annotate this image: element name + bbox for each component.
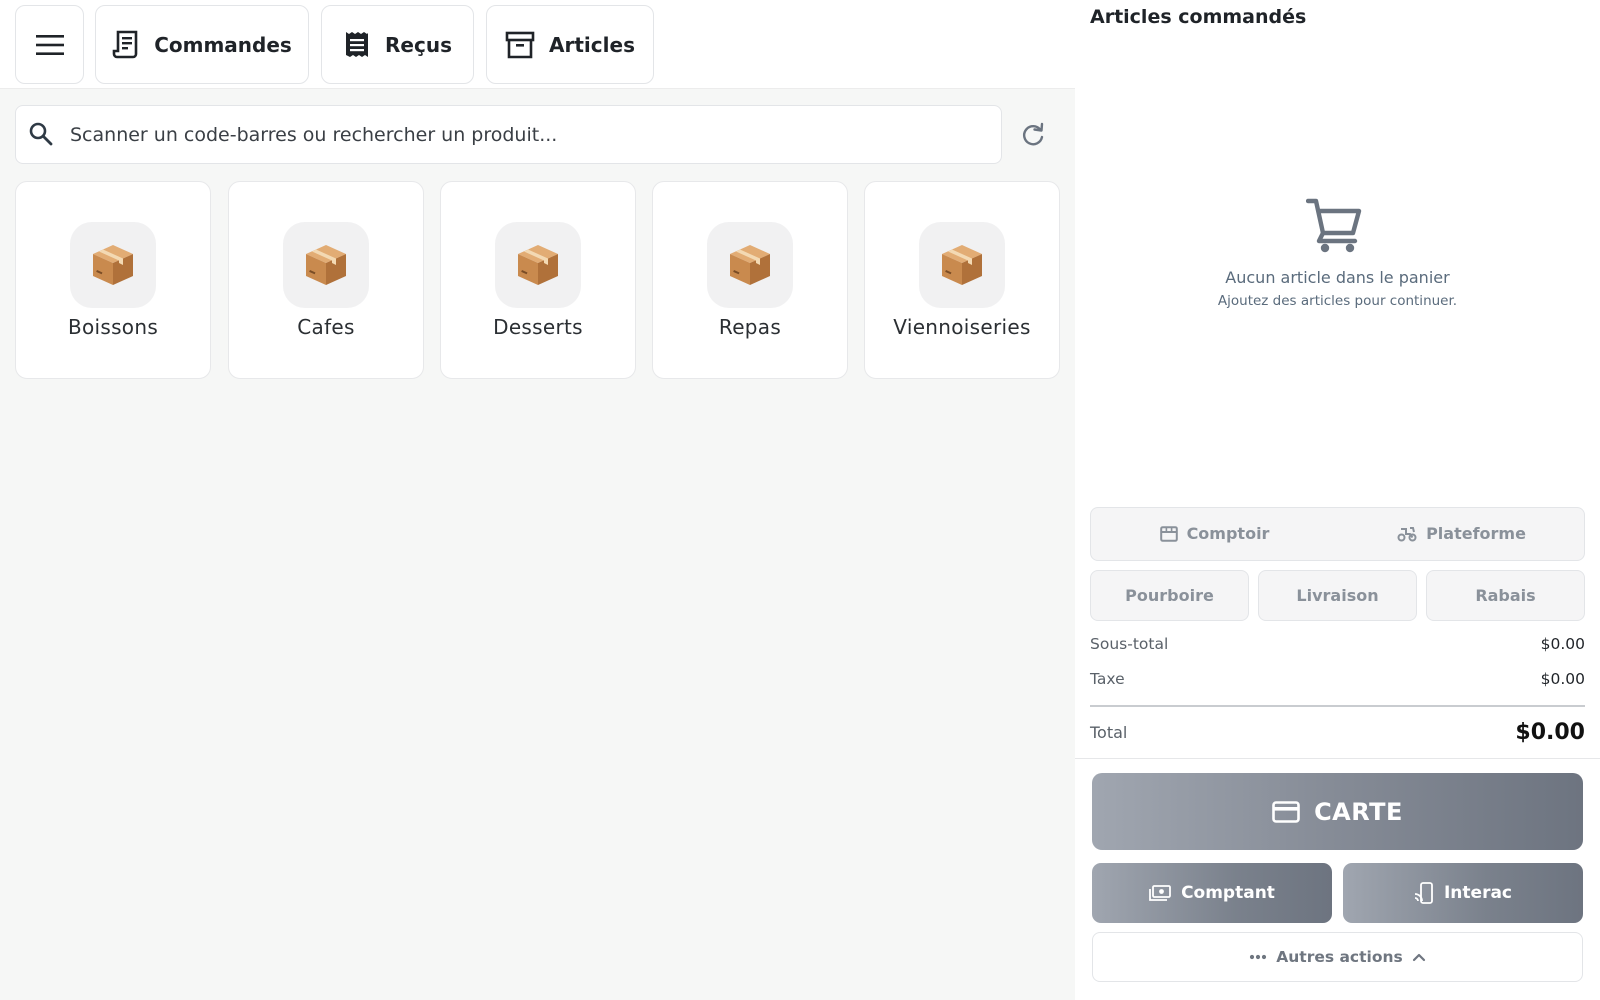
empty-cart-subtitle: Ajoutez des articles pour continuer. [1217,293,1458,309]
plateforme-label: Plateforme [1426,524,1526,543]
credit-card-icon [1272,800,1300,823]
tax-value: $0.00 [1540,670,1585,688]
top-toolbar: Commandes Reçus Articles [0,0,1075,89]
category-label: Viennoiseries [893,315,1031,339]
rabais-label: Rabais [1475,586,1536,605]
articles-label: Articles [549,32,635,57]
archive-box-icon [505,31,535,58]
contactless-phone-icon [1414,882,1433,904]
comptant-label: Comptant [1181,883,1275,903]
cash-icon [1149,885,1171,901]
category-card-repas[interactable]: Repas [652,181,848,379]
commandes-label: Commandes [154,32,292,57]
subtotal-row: Sous-total $0.00 [1090,635,1585,653]
shopping-cart-icon [1306,198,1362,253]
category-card-cafes[interactable]: Cafes [228,181,424,379]
carte-button[interactable]: CARTE [1092,773,1583,850]
receipt-icon [346,31,369,57]
comptoir-button[interactable]: Comptoir [1091,508,1338,559]
cart-title: Articles commandés [1090,6,1307,28]
comptant-button[interactable]: Comptant [1092,863,1332,923]
interac-button[interactable]: Interac [1343,863,1583,923]
hamburger-menu-icon [35,34,64,55]
tax-row: Taxe $0.00 [1090,670,1585,688]
package-box-icon [919,222,1005,308]
subtotal-value: $0.00 [1540,635,1585,653]
refresh-icon[interactable] [1020,122,1046,148]
category-label: Cafes [297,315,355,339]
search-icon [29,122,53,146]
autres-actions-label: Autres actions [1276,948,1403,966]
search-bar[interactable] [15,105,1002,164]
more-dots-icon [1250,954,1267,960]
total-row: Total $0.00 [1090,720,1585,745]
livraison-label: Livraison [1296,586,1379,605]
comptoir-label: Comptoir [1186,524,1270,543]
articles-button[interactable]: Articles [486,5,654,84]
totals-divider [1090,705,1585,707]
empty-cart-title: Aucun article dans le panier [1225,268,1450,287]
total-label: Total [1090,723,1128,742]
carte-label: CARTE [1314,797,1403,826]
product-pane: Commandes Reçus Articles Scanner un code… [0,0,1075,1000]
storefront-icon [1159,525,1178,542]
rabais-button[interactable]: Rabais [1426,570,1585,621]
recus-label: Reçus [385,32,452,57]
total-value: $0.00 [1515,720,1585,745]
plateforme-button[interactable]: Plateforme [1338,508,1585,559]
package-box-icon [495,222,581,308]
category-label: Boissons [67,315,159,339]
cart-pane: Articles commandés Aucun article dans le… [1075,0,1600,1000]
interac-label: Interac [1443,883,1513,903]
category-card-boissons[interactable]: Boissons [15,181,211,379]
livraison-button[interactable]: Livraison [1258,570,1417,621]
package-box-icon [283,222,369,308]
payment-divider [1075,758,1600,759]
package-box-icon [70,222,156,308]
package-box-icon [707,222,793,308]
chevron-up-icon [1412,953,1425,962]
subtotal-label: Sous-total [1090,635,1169,653]
recus-button[interactable]: Reçus [321,5,474,84]
category-card-viennoiseries[interactable]: Viennoiseries [864,181,1060,379]
delivery-scooter-icon [1397,526,1417,541]
pourboire-button[interactable]: Pourboire [1090,570,1249,621]
search-input[interactable] [70,116,970,154]
menu-button[interactable] [15,5,84,84]
category-label: Repas [718,315,782,339]
receipt-long-icon [112,30,138,58]
category-card-desserts[interactable]: Desserts [440,181,636,379]
pourboire-label: Pourboire [1125,586,1214,605]
order-type-toggle: Comptoir Plateforme [1090,507,1585,561]
commandes-button[interactable]: Commandes [95,5,309,84]
tax-label: Taxe [1090,670,1125,688]
autres-actions-button[interactable]: Autres actions [1092,932,1583,982]
category-label: Desserts [493,315,583,339]
